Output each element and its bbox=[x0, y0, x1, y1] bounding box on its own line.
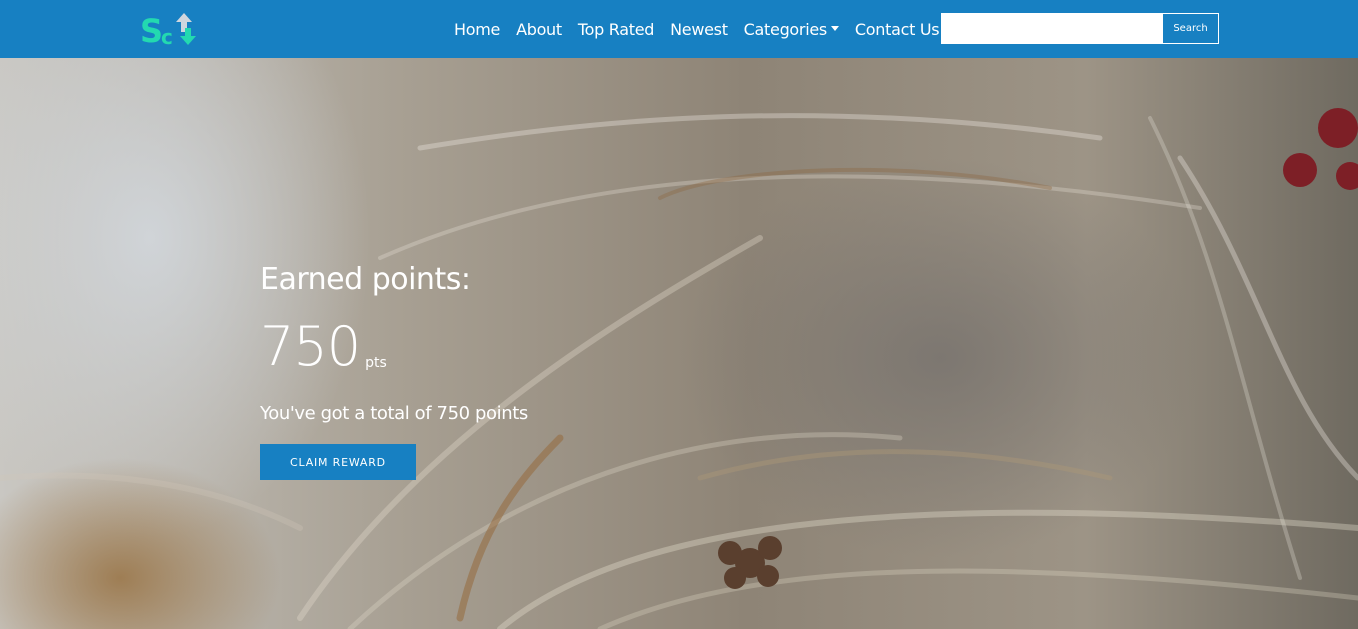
nav-contact-link[interactable]: Contact Us bbox=[855, 20, 940, 39]
points-display: 750 pts bbox=[260, 319, 528, 375]
points-value: 750 bbox=[260, 315, 361, 378]
search-input[interactable] bbox=[941, 13, 1162, 44]
search-form: Search bbox=[941, 13, 1219, 44]
points-unit: pts bbox=[365, 355, 387, 371]
nav-categories-label: Categories bbox=[743, 19, 828, 39]
earned-points-heading: Earned points: bbox=[260, 262, 471, 297]
top-navbar: S c Home About Top Rated Newest Categori… bbox=[0, 0, 1358, 58]
points-panel: Earned points: 750 pts You've got a tota… bbox=[260, 262, 528, 480]
svg-text:S: S bbox=[140, 12, 163, 50]
search-button[interactable]: Search bbox=[1162, 13, 1219, 44]
main-nav: Home About Top Rated Newest Categories C… bbox=[454, 0, 955, 58]
site-logo[interactable]: S c bbox=[140, 10, 204, 50]
flower-decoration-icon bbox=[718, 536, 782, 589]
svg-text:c: c bbox=[161, 25, 173, 49]
nav-categories-dropdown[interactable]: Categories bbox=[744, 20, 839, 39]
nest-background-image bbox=[0, 108, 1358, 629]
nav-top-rated-link[interactable]: Top Rated bbox=[578, 20, 655, 39]
points-summary-text: You've got a total of 750 points bbox=[260, 403, 528, 424]
berries-decoration-icon bbox=[1283, 108, 1358, 190]
nav-about-link[interactable]: About bbox=[516, 20, 562, 39]
nav-home-link[interactable]: Home bbox=[454, 20, 500, 39]
logo-mark-icon: S c bbox=[140, 12, 196, 50]
nav-newest-link[interactable]: Newest bbox=[670, 20, 728, 39]
hero-banner: Earned points: 750 pts You've got a tota… bbox=[0, 58, 1358, 629]
claim-reward-button[interactable]: CLAIM REWARD bbox=[260, 444, 416, 480]
caret-down-icon bbox=[830, 25, 839, 31]
